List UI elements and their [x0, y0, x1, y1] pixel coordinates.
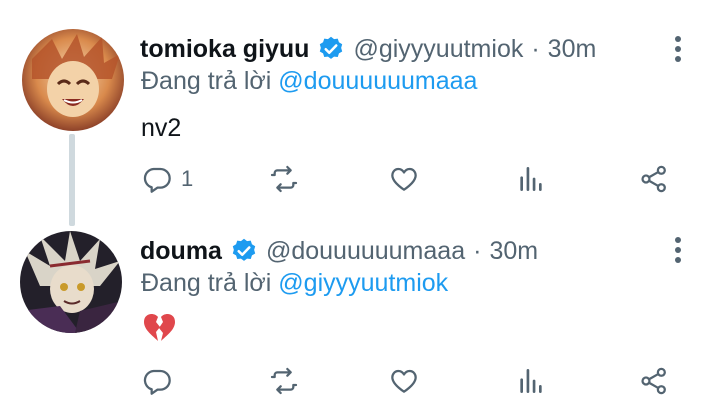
more-vertical-icon[interactable] — [670, 235, 686, 265]
mention-link[interactable]: @giyyyuutmiok — [278, 269, 448, 297]
verified-badge-icon — [232, 238, 256, 261]
retweet-button[interactable] — [268, 365, 300, 397]
like-button[interactable] — [388, 365, 420, 397]
reply-prefix: Đang trả lời — [141, 269, 272, 297]
replying-to: Đang trả lời @giyyyuutmiok — [141, 269, 448, 298]
broken-heart-icon — [144, 314, 175, 341]
tweet-douma[interactable]: douma @douuuuuumaaa · 30m Đang trả lời @… — [0, 0, 720, 412]
analytics-icon — [520, 369, 542, 393]
reply-button[interactable] — [141, 365, 181, 397]
handle[interactable]: @douuuuuumaaa — [266, 237, 465, 266]
like-icon — [391, 369, 417, 393]
avatar[interactable] — [20, 231, 122, 333]
share-icon — [641, 367, 666, 395]
avatar-image — [20, 231, 122, 333]
retweet-icon — [270, 367, 298, 395]
tweet-header: douma @douuuuuumaaa · 30m — [140, 234, 538, 268]
timestamp[interactable]: 30m — [489, 237, 538, 266]
separator: · — [473, 236, 482, 265]
reply-icon — [143, 369, 171, 395]
analytics-button[interactable] — [515, 365, 547, 397]
share-button[interactable] — [638, 365, 670, 397]
action-bar — [0, 365, 720, 401]
tweet-text — [141, 312, 177, 351]
display-name[interactable]: douma — [140, 237, 222, 266]
